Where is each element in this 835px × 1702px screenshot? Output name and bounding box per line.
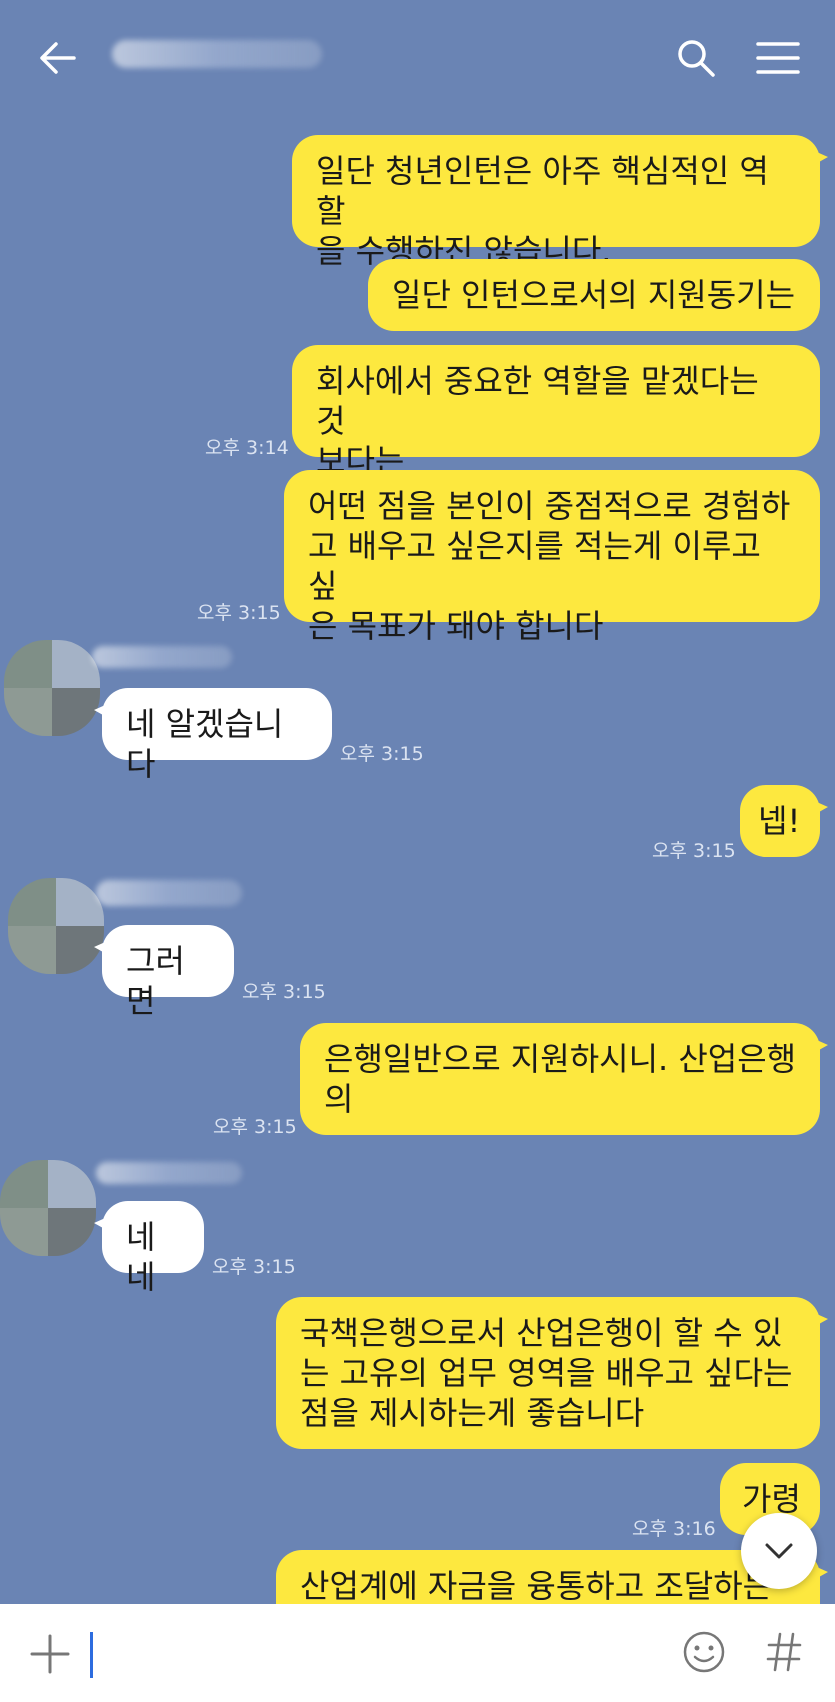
message-bubble-me[interactable]: 은행일반으로 지원하시니. 산업은행 의 xyxy=(300,1023,828,1135)
message-bubble-me[interactable]: 국책은행으로서 산업은행이 할 수 있 는 고유의 업무 영역을 배우고 싶다는… xyxy=(276,1297,828,1449)
message-time: 오후 3:15 xyxy=(242,981,326,1003)
hashtag-icon xyxy=(766,1632,802,1672)
message-input[interactable] xyxy=(88,1632,688,1678)
back-button[interactable] xyxy=(30,30,86,86)
menu-button[interactable] xyxy=(750,30,806,86)
emoji-button[interactable] xyxy=(676,1624,732,1680)
sender-name-blurred xyxy=(96,1162,242,1184)
message-bubble-me[interactable]: 일단 청년인턴은 아주 핵심적인 역할 을 수행하진 않습니다. xyxy=(292,135,828,270)
search-button[interactable] xyxy=(668,30,724,86)
message-bubble-other[interactable]: 네 알겠습니다 xyxy=(94,688,332,783)
message-bubble-me[interactable]: 일단 인턴으로서의 지원동기는 xyxy=(368,259,820,331)
plus-icon xyxy=(30,1634,70,1674)
message-time: 오후 3:16 xyxy=(632,1518,716,1540)
message-time: 오후 3:15 xyxy=(213,1116,297,1138)
chevron-down-icon xyxy=(765,1543,793,1559)
scroll-to-bottom-button[interactable] xyxy=(741,1513,817,1589)
message-bubble-other[interactable]: 그러면 xyxy=(94,925,234,1020)
message-time: 오후 3:15 xyxy=(197,602,281,624)
text-cursor xyxy=(90,1632,93,1678)
avatar[interactable] xyxy=(0,1160,96,1256)
message-time: 오후 3:14 xyxy=(205,437,289,459)
avatar[interactable] xyxy=(8,878,104,974)
message-time: 오후 3:15 xyxy=(340,743,424,765)
sender-name-blurred xyxy=(92,646,232,668)
chat-header xyxy=(0,0,835,112)
hamburger-menu-icon xyxy=(756,42,800,74)
message-input-bar xyxy=(0,1604,835,1702)
message-bubble-me[interactable]: 회사에서 중요한 역할을 맡겠다는 것 보다는 xyxy=(292,345,820,480)
message-bubble-me[interactable]: 넵! xyxy=(740,785,828,857)
avatar[interactable] xyxy=(4,640,100,736)
hashtag-button[interactable] xyxy=(756,1624,812,1680)
message-time: 오후 3:15 xyxy=(652,840,736,862)
message-bubble-other[interactable]: 네네 xyxy=(94,1201,204,1296)
sender-name-blurred xyxy=(96,880,242,906)
chat-title-blurred xyxy=(112,40,322,68)
emoji-icon xyxy=(683,1631,725,1673)
search-icon xyxy=(678,40,715,77)
arrow-left-icon xyxy=(40,42,76,74)
message-bubble-me[interactable]: 어떤 점을 본인이 중점적으로 경험하 고 배우고 싶은지를 적는게 이루고 싶… xyxy=(284,470,820,645)
message-time: 오후 3:15 xyxy=(212,1256,296,1278)
attach-button[interactable] xyxy=(22,1626,78,1682)
